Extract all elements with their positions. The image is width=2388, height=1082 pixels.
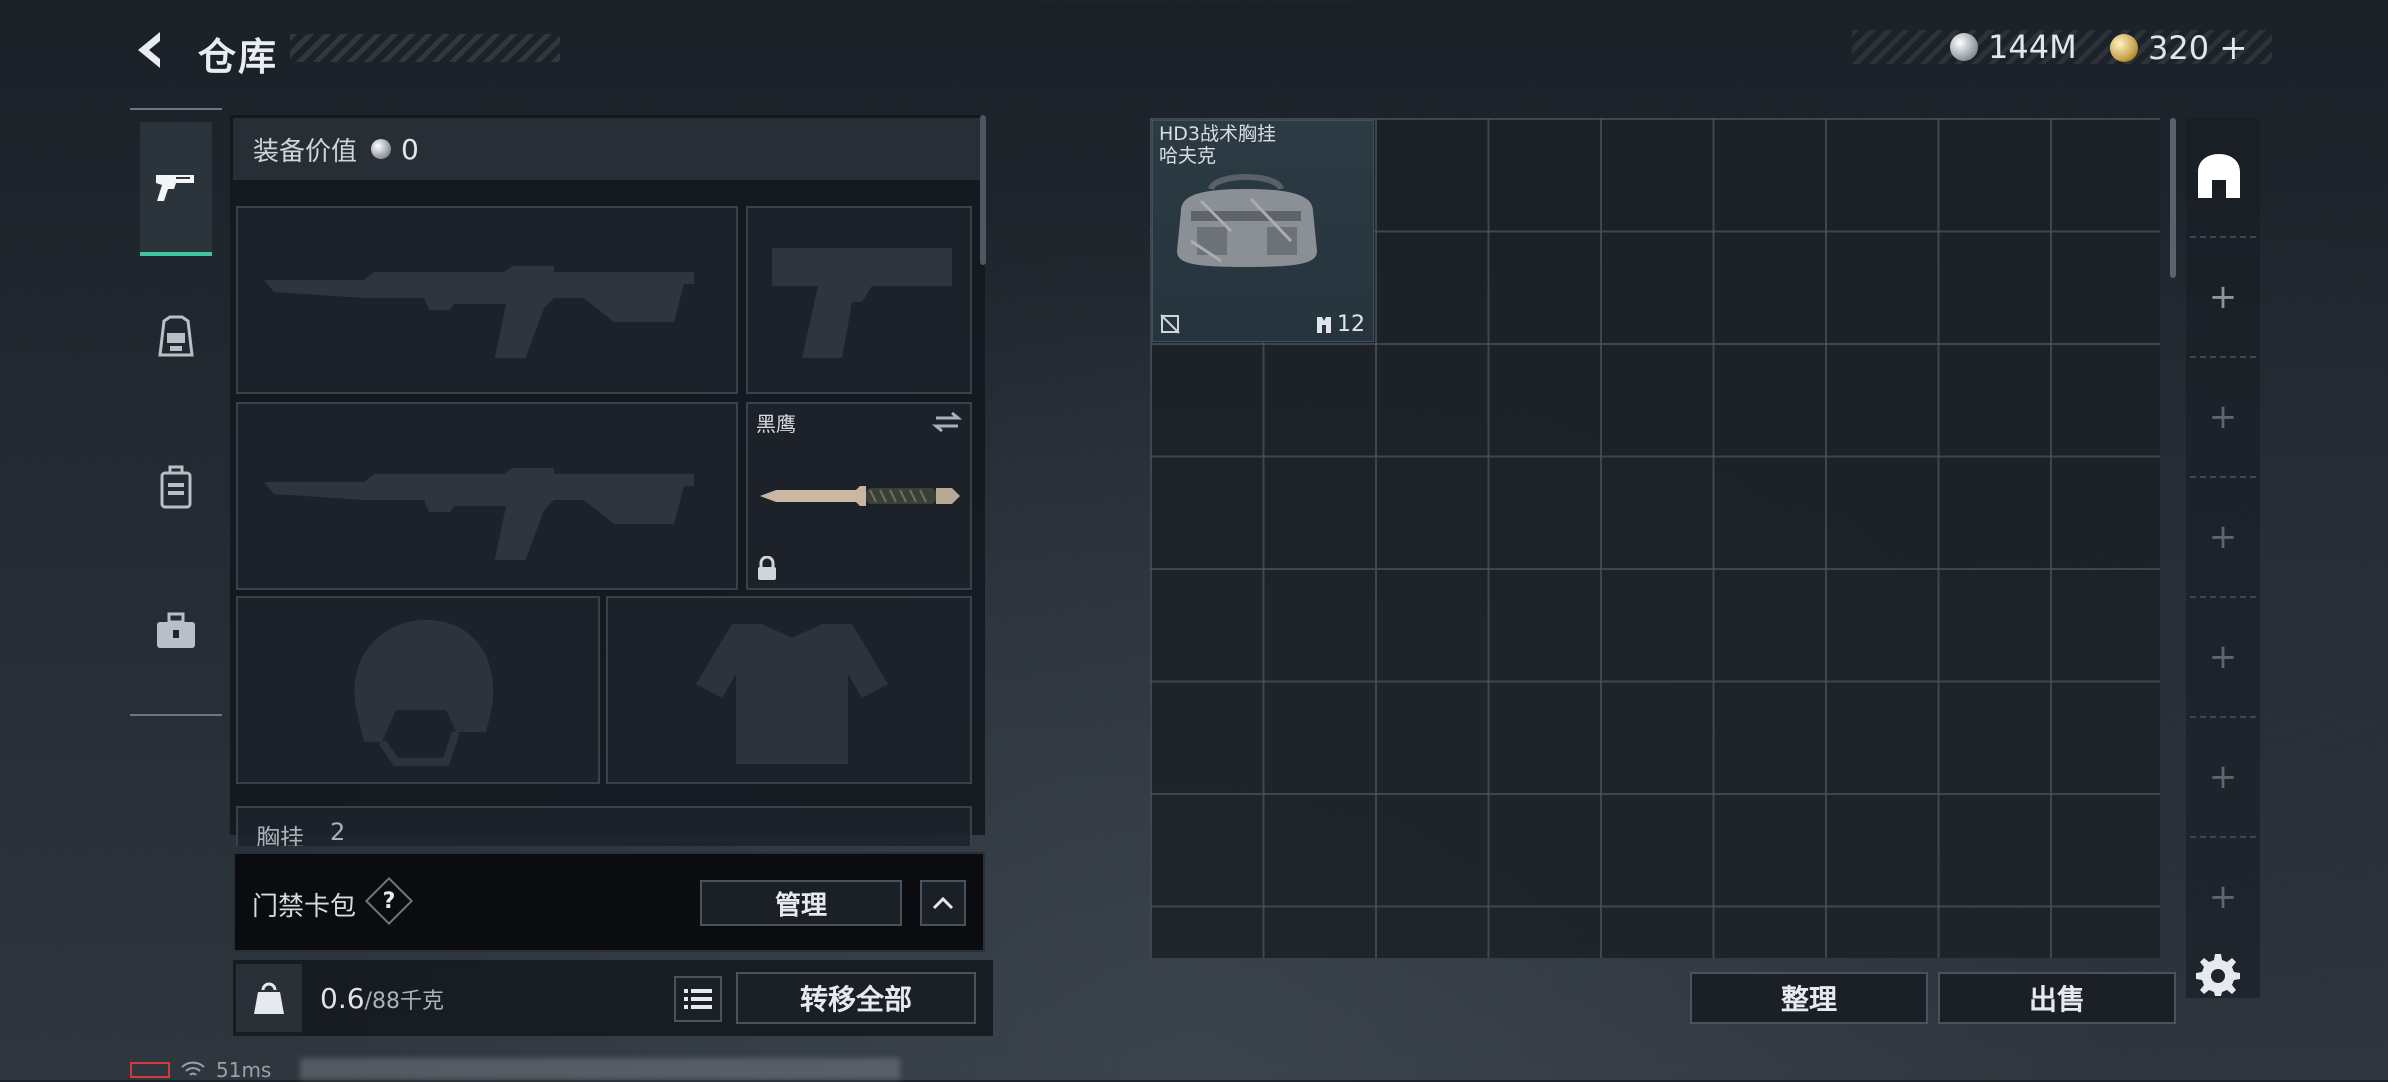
item-name-line1: HD3战术胸挂 xyxy=(1159,123,1277,145)
backpack-icon xyxy=(160,465,192,509)
helmet-silhouette-icon xyxy=(354,620,494,766)
pistol-slot[interactable] xyxy=(746,206,972,394)
pistol-silhouette-icon xyxy=(772,248,952,358)
add-stash-page-button[interactable]: + xyxy=(2198,392,2248,442)
divider xyxy=(2190,356,2256,358)
chevron-up-icon xyxy=(932,896,954,910)
weight-current: 0.6 xyxy=(320,982,365,1015)
silver-coin-icon xyxy=(1950,33,1978,61)
add-stash-page-button[interactable]: + xyxy=(2198,752,2248,802)
chest-rig-section: 胸挂 2 xyxy=(236,806,972,846)
vest-capacity-icon xyxy=(1317,316,1331,333)
gold-amount: 320 xyxy=(2148,29,2210,67)
tab-weapons[interactable] xyxy=(140,122,212,256)
item-name: HD3战术胸挂 哈夫克 xyxy=(1159,123,1276,167)
add-stash-page-button[interactable]: + xyxy=(2198,632,2248,682)
toolbox-icon xyxy=(157,612,195,648)
transfer-all-button[interactable]: 转移全部 xyxy=(736,972,976,1024)
no-insure-icon xyxy=(1160,314,1180,334)
chest-rig-section-count: 2 xyxy=(330,818,346,846)
stash-item-chest-rig[interactable]: HD3战术胸挂 哈夫克 12 xyxy=(1152,120,1374,342)
divider xyxy=(2190,836,2256,838)
equip-value-label: 装备价值 xyxy=(253,136,358,167)
helmet-slot[interactable] xyxy=(236,596,600,784)
rifle-silhouette-icon xyxy=(264,468,694,560)
status-bar: 51ms xyxy=(130,1058,271,1082)
keycard-bag-label: 门禁卡包 xyxy=(252,892,357,922)
tab-backpack[interactable] xyxy=(140,422,212,552)
knife-name: 黑鹰 xyxy=(756,412,796,436)
rifle-silhouette-icon xyxy=(264,266,694,358)
divider xyxy=(2190,716,2256,718)
melee-slot[interactable]: 黑鹰 xyxy=(746,402,972,590)
list-view-button[interactable] xyxy=(674,976,722,1022)
swap-icon[interactable] xyxy=(932,410,962,434)
primary-weapon-slot-1[interactable] xyxy=(236,206,738,394)
duffel-bag-image xyxy=(1177,174,1317,267)
divider xyxy=(2190,596,2256,598)
weight-icon-box xyxy=(236,964,302,1032)
collapse-button[interactable] xyxy=(920,880,966,926)
back-arrow-icon[interactable] xyxy=(130,28,174,72)
item-capacity: 12 xyxy=(1315,312,1365,337)
weight-readout: 0.6/88千克 xyxy=(320,982,444,1015)
warehouse-icon[interactable] xyxy=(2194,152,2244,202)
add-currency-button[interactable]: + xyxy=(2219,28,2248,68)
help-icon[interactable]: ? xyxy=(372,884,406,918)
armor-slot[interactable] xyxy=(606,596,972,784)
knife-image xyxy=(760,486,960,506)
title-decoration xyxy=(290,34,560,62)
gold-coin-icon xyxy=(2110,34,2138,62)
loadout-scrollbar[interactable] xyxy=(980,115,986,265)
pistol-icon xyxy=(156,175,194,201)
silver-coin-icon xyxy=(371,139,392,159)
chest-rig-icon xyxy=(158,315,194,357)
manage-button[interactable]: 管理 xyxy=(700,880,902,926)
silver-currency: 144M xyxy=(1950,28,2077,66)
gold-currency[interactable]: 320 + xyxy=(2110,28,2248,68)
weight-icon xyxy=(254,982,284,1014)
organize-button[interactable]: 整理 xyxy=(1690,972,1928,1024)
stash-scrollbar[interactable] xyxy=(2170,118,2176,278)
wifi-icon xyxy=(181,1061,205,1076)
equip-value-header: 装备价值 0 xyxy=(233,118,981,180)
divider xyxy=(2190,476,2256,478)
page-title: 仓库 xyxy=(198,35,279,79)
add-stash-page-button[interactable]: + xyxy=(2198,512,2248,562)
tab-toolbox[interactable] xyxy=(140,566,212,696)
tab-chest-rig[interactable] xyxy=(140,272,212,402)
divider xyxy=(2190,236,2256,238)
list-icon xyxy=(684,989,712,1009)
ping-text: 51ms xyxy=(216,1058,272,1082)
battery-icon xyxy=(130,1062,170,1078)
chest-rig-section-label: 胸挂 xyxy=(256,824,304,846)
item-name-line2: 哈夫克 xyxy=(1159,145,1217,167)
primary-weapon-slot-2[interactable] xyxy=(236,402,738,590)
silver-amount: 144M xyxy=(1988,28,2077,66)
blurred-status-text xyxy=(300,1058,900,1080)
armor-silhouette-icon xyxy=(696,624,888,764)
add-stash-page-button[interactable]: + xyxy=(2198,272,2248,322)
add-stash-page-button[interactable]: + xyxy=(2198,872,2248,922)
lock-icon xyxy=(758,556,776,580)
item-count: 12 xyxy=(1337,312,1365,337)
weight-capacity: /88千克 xyxy=(364,989,444,1014)
settings-gear-icon[interactable] xyxy=(2196,952,2240,996)
sell-button[interactable]: 出售 xyxy=(1938,972,2176,1024)
equip-value: 0 xyxy=(401,132,419,166)
